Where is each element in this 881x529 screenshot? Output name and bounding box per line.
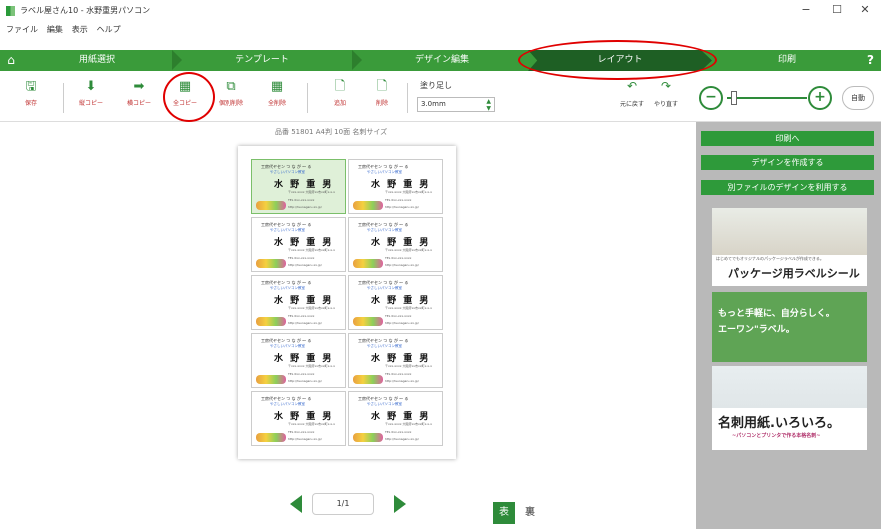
zoom-track bbox=[727, 97, 807, 99]
ad-package-label[interactable]: はじめてでもオリジナルのパッケージラベルが作成できる。 パッケージ用ラベルシール bbox=[712, 208, 867, 286]
delete-one-icon: ⧉ bbox=[226, 79, 236, 94]
card-logo bbox=[353, 433, 383, 442]
auto-zoom-button[interactable]: 自動 bbox=[842, 86, 874, 110]
menu-help[interactable]: ヘルプ bbox=[97, 22, 121, 38]
page-navigator: 1/1 bbox=[290, 491, 410, 517]
business-card[interactable]: 工房代ヤセン つ な が ～ るやさしいパソコン教室 水 野 重 男 〒xxx-… bbox=[348, 159, 443, 214]
title-bar: ラベル屋さん10 - 水野重男パソコン − ☐ ✕ bbox=[0, 0, 881, 22]
card-logo bbox=[353, 201, 383, 210]
card-logo bbox=[353, 317, 383, 326]
business-card[interactable]: 工房代ヤセン つ な が ～ るやさしいパソコン教室 水 野 重 男 〒xxx-… bbox=[348, 275, 443, 330]
prev-page-icon[interactable] bbox=[290, 495, 302, 513]
remove-button[interactable]: 🗋 削除 bbox=[365, 78, 399, 118]
business-card[interactable]: 工房代ヤセン つ な が ～ るやさしいパソコン教室 水 野 重 男 〒xxx-… bbox=[251, 159, 346, 214]
help-icon[interactable]: ? bbox=[867, 50, 881, 71]
app-icon bbox=[6, 6, 15, 16]
redo-icon: ↷ bbox=[660, 79, 672, 93]
undo-button[interactable]: ↶ 元に戻す bbox=[618, 79, 646, 119]
step-print[interactable]: 印刷 bbox=[712, 50, 862, 71]
horizontal-copy-button[interactable]: ➡ 横コピー bbox=[122, 78, 156, 118]
business-card[interactable]: 工房代ヤセン つ な が ～ るやさしいパソコン教室 水 野 重 男 〒xxx-… bbox=[251, 391, 346, 446]
close-button[interactable]: ✕ bbox=[852, 3, 878, 19]
card-logo bbox=[256, 433, 286, 442]
minimize-button[interactable]: − bbox=[793, 3, 819, 19]
ad-business-card-paper[interactable]: 名刺用紙.いろいろ。 ~パソコンとプリンタで作る本格名刺~ bbox=[712, 366, 867, 450]
spinner-icon[interactable]: ▲ ▼ bbox=[486, 98, 491, 112]
annotation-circle-layout bbox=[518, 40, 717, 80]
card-logo bbox=[256, 375, 286, 384]
zoom-control: − + 自動 bbox=[699, 86, 879, 110]
delete-all-icon: ▦ bbox=[270, 79, 284, 94]
save-button[interactable]: 🖫 保存 bbox=[14, 78, 48, 118]
delete-one-button[interactable]: ⧉ 個別削除 bbox=[214, 78, 248, 118]
document-caption: 品番 51801 A4判 10面 名刺サイズ bbox=[275, 128, 388, 136]
step-template[interactable]: テンプレート bbox=[182, 50, 342, 71]
card-logo bbox=[353, 375, 383, 384]
step-divider bbox=[352, 50, 362, 70]
step-divider bbox=[172, 50, 182, 70]
next-page-icon[interactable] bbox=[394, 495, 406, 513]
back-side-tab[interactable]: 裏 bbox=[519, 502, 541, 524]
menu-file[interactable]: ファイル bbox=[6, 22, 38, 38]
step-paper-select[interactable]: 用紙選択 bbox=[22, 50, 172, 71]
business-card[interactable]: 工房代ヤセン つ な が ～ るやさしいパソコン教室 水 野 重 男 〒xxx-… bbox=[348, 391, 443, 446]
window-title: ラベル屋さん10 - 水野重男パソコン bbox=[20, 6, 151, 15]
business-card[interactable]: 工房代ヤセン つ な が ～ るやさしいパソコン教室 水 野 重 男 〒xxx-… bbox=[251, 217, 346, 272]
zoom-out-button[interactable]: − bbox=[699, 86, 723, 110]
delete-all-button[interactable]: ▦ 全削除 bbox=[260, 78, 294, 118]
zoom-slider-handle[interactable] bbox=[731, 91, 737, 105]
margin-input[interactable]: 3.0mm ▲ ▼ bbox=[417, 97, 495, 112]
arrow-down-icon: ⬇ bbox=[85, 79, 97, 94]
margin-label: 塗り足し bbox=[420, 81, 452, 90]
home-icon[interactable]: ⌂ bbox=[0, 50, 22, 71]
remove-page-icon: 🗋 bbox=[376, 79, 388, 94]
arrow-right-icon: ➡ bbox=[133, 79, 145, 94]
annotation-circle-allcopy bbox=[163, 72, 215, 122]
step-navigation: ⌂ 用紙選択 テンプレート デザイン編集 レイアウト 印刷 ? bbox=[0, 50, 881, 71]
use-other-file-button[interactable]: 別ファイルのデザインを利用する bbox=[701, 180, 874, 195]
card-logo bbox=[256, 259, 286, 268]
add-button[interactable]: 🗋 追加 bbox=[323, 78, 357, 118]
page-indicator: 1/1 bbox=[312, 493, 374, 515]
zoom-in-button[interactable]: + bbox=[808, 86, 832, 110]
menu-edit[interactable]: 編集 bbox=[47, 22, 63, 38]
business-card[interactable]: 工房代ヤセン つ な が ～ るやさしいパソコン教室 水 野 重 男 〒xxx-… bbox=[251, 275, 346, 330]
menu-bar: ファイル 編集 表示 ヘルプ bbox=[0, 22, 881, 38]
save-icon: 🖫 bbox=[25, 79, 37, 94]
business-card[interactable]: 工房代ヤセン つ な が ～ るやさしいパソコン教室 水 野 重 男 〒xxx-… bbox=[251, 333, 346, 388]
undo-icon: ↶ bbox=[626, 79, 638, 93]
create-design-button[interactable]: デザインを作成する bbox=[701, 155, 874, 170]
ad-a-one-label[interactable]: もっと手軽に、自分らしく。 エーワン"ラベル。 bbox=[712, 292, 867, 362]
front-side-tab[interactable]: 表 bbox=[493, 502, 515, 524]
maximize-button[interactable]: ☐ bbox=[824, 3, 850, 19]
business-card[interactable]: 工房代ヤセン つ な が ～ るやさしいパソコン教室 水 野 重 男 〒xxx-… bbox=[348, 333, 443, 388]
redo-button[interactable]: ↷ やり直す bbox=[652, 79, 680, 119]
add-page-icon: 🗋 bbox=[334, 79, 346, 94]
card-logo bbox=[256, 201, 286, 210]
label-sheet: 工房代ヤセン つ な が ～ るやさしいパソコン教室 水 野 重 男 〒xxx-… bbox=[238, 146, 456, 459]
menu-view[interactable]: 表示 bbox=[72, 22, 88, 38]
card-logo bbox=[353, 259, 383, 268]
business-card[interactable]: 工房代ヤセン つ な が ～ るやさしいパソコン教室 水 野 重 男 〒xxx-… bbox=[348, 217, 443, 272]
step-design-edit[interactable]: デザイン編集 bbox=[362, 50, 522, 71]
vertical-copy-button[interactable]: ⬇ 縦コピー bbox=[74, 78, 108, 118]
card-logo bbox=[256, 317, 286, 326]
go-to-print-button[interactable]: 印刷へ bbox=[701, 131, 874, 146]
